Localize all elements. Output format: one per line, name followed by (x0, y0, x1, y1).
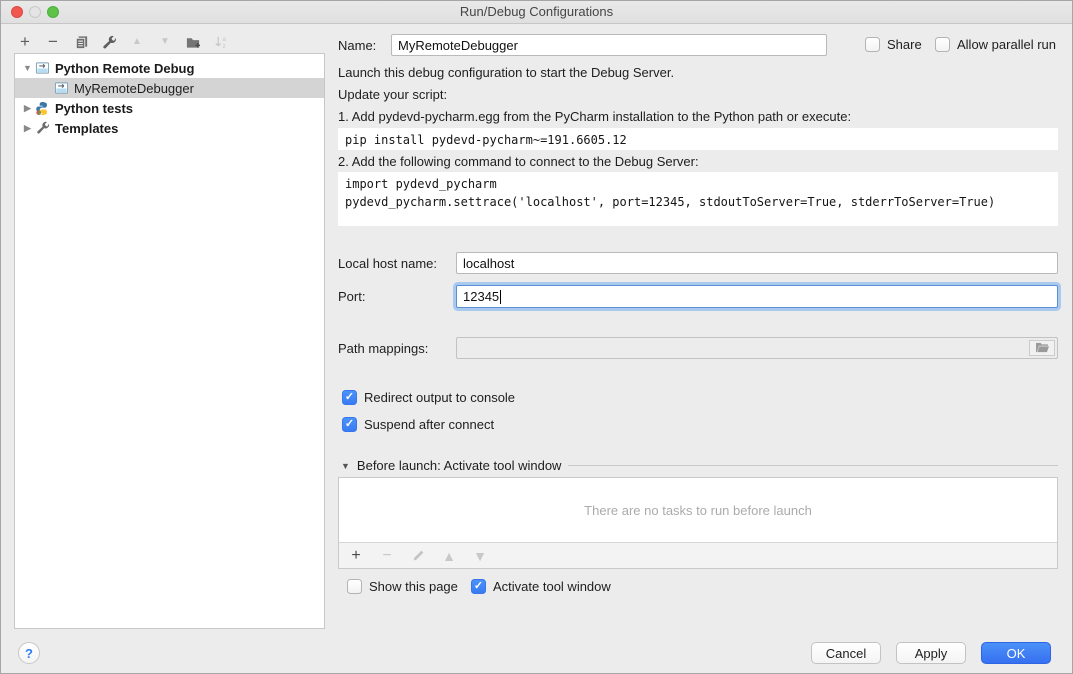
show-this-page-checkbox[interactable]: ✓ (347, 579, 362, 594)
section-collapse-icon[interactable]: ▼ (341, 461, 350, 471)
before-launch-title: Before launch: Activate tool window (357, 458, 562, 473)
share-checkbox-row: ✓ Share (865, 37, 922, 52)
task-list-toolbar: + − ▲ ▼ (339, 542, 1057, 568)
section-divider (568, 465, 1058, 466)
move-down-button[interactable]: ▼ (157, 34, 173, 50)
svg-text:z: z (222, 43, 225, 50)
share-checkbox[interactable]: ✓ (865, 37, 880, 52)
move-task-down-button[interactable]: ▼ (472, 548, 488, 564)
step1-text: 1. Add pydevd-pycharm.egg from the PyCha… (338, 109, 851, 124)
name-label: Name: (338, 38, 376, 53)
window-title: Run/Debug Configurations (1, 4, 1072, 19)
name-input[interactable]: MyRemoteDebugger (391, 34, 827, 56)
remove-task-button[interactable]: − (379, 548, 395, 564)
before-launch-task-list: There are no tasks to run before launch … (338, 477, 1058, 569)
activate-tool-window-row: ✓ Activate tool window (471, 579, 611, 594)
allow-parallel-run-checkbox-row: ✓ Allow parallel run (935, 37, 1056, 52)
sort-configurations-icon[interactable]: a z (213, 34, 229, 50)
tree-item-label: MyRemoteDebugger (74, 81, 194, 96)
run-debug-configurations-dialog: Run/Debug Configurations + − ▲ ▼ (0, 0, 1073, 674)
before-launch-section-header[interactable]: ▼ Before launch: Activate tool window (341, 458, 1058, 473)
path-mappings-input[interactable] (456, 337, 1058, 359)
expand-collapse-icon[interactable]: ▶ (21, 103, 34, 114)
activate-tool-window-checkbox[interactable]: ✓ (471, 579, 486, 594)
step2-text: 2. Add the following command to connect … (338, 154, 699, 169)
redirect-output-row: ✓ Redirect output to console (342, 390, 515, 405)
port-input[interactable]: 12345 (456, 285, 1058, 308)
activate-tool-window-label: Activate tool window (493, 579, 611, 594)
configurations-toolbar: + − ▲ ▼ a z (17, 32, 229, 52)
redirect-output-label: Redirect output to console (364, 390, 515, 405)
tree-item-label: Templates (55, 121, 118, 136)
tree-item-myremotedebugger[interactable]: MyRemoteDebugger (15, 78, 324, 98)
suspend-after-connect-row: ✓ Suspend after connect (342, 417, 494, 432)
suspend-after-connect-label: Suspend after connect (364, 417, 494, 432)
local-host-name-input[interactable]: localhost (456, 252, 1058, 274)
pip-install-code-block: pip install pydevd-pycharm~=191.6605.12 (338, 128, 1058, 150)
remove-configuration-button[interactable]: − (45, 34, 61, 50)
tree-item-python-remote-debug[interactable]: ▼ Python Remote Debug (15, 58, 324, 78)
folder-icon (1035, 342, 1050, 354)
redirect-output-checkbox[interactable]: ✓ (342, 390, 357, 405)
remote-debug-icon (34, 60, 51, 76)
move-up-button[interactable]: ▲ (129, 34, 145, 50)
update-script-text: Update your script: (338, 87, 447, 102)
empty-task-list-text: There are no tasks to run before launch (339, 478, 1057, 542)
ok-button[interactable]: OK (981, 642, 1051, 664)
show-this-page-row: ✓ Show this page (347, 579, 458, 594)
copy-configuration-icon[interactable] (73, 34, 89, 50)
wrench-icon (34, 120, 51, 136)
apply-button[interactable]: Apply (896, 642, 966, 664)
text-caret (500, 290, 501, 304)
tree-item-python-tests[interactable]: ▶ Python tests (15, 98, 324, 118)
move-task-up-button[interactable]: ▲ (441, 548, 457, 564)
edit-templates-wrench-icon[interactable] (101, 34, 117, 50)
port-label: Port: (338, 289, 365, 304)
tree-item-label: Python tests (55, 101, 133, 116)
show-this-page-label: Show this page (369, 579, 458, 594)
settrace-code-block: import pydevd_pycharmpydevd_pycharm.sett… (338, 172, 1058, 226)
remote-debug-icon (53, 80, 70, 96)
add-configuration-button[interactable]: + (17, 34, 33, 50)
description-text: Launch this debug configuration to start… (338, 65, 674, 80)
configurations-tree: ▼ Python Remote Debug MyRemoteDebugger (14, 53, 325, 629)
tree-item-templates[interactable]: ▶ Templates (15, 118, 324, 138)
edit-task-pencil-icon[interactable] (410, 548, 426, 564)
cancel-button[interactable]: Cancel (811, 642, 881, 664)
title-bar: Run/Debug Configurations (1, 1, 1072, 24)
new-folder-icon[interactable] (185, 34, 201, 50)
allow-parallel-run-checkbox[interactable]: ✓ (935, 37, 950, 52)
expand-collapse-icon[interactable]: ▶ (21, 123, 34, 134)
expand-collapse-icon[interactable]: ▼ (21, 63, 34, 73)
share-label: Share (887, 37, 922, 52)
allow-parallel-run-label: Allow parallel run (957, 37, 1056, 52)
local-host-name-label: Local host name: (338, 256, 437, 271)
path-mappings-label: Path mappings: (338, 341, 428, 356)
tree-item-label: Python Remote Debug (55, 61, 194, 76)
add-task-button[interactable]: + (348, 548, 364, 564)
svg-text:a: a (222, 36, 226, 43)
help-button[interactable]: ? (18, 642, 40, 664)
suspend-after-connect-checkbox[interactable]: ✓ (342, 417, 357, 432)
python-tests-icon (34, 100, 51, 116)
browse-path-mappings-button[interactable] (1029, 340, 1055, 356)
